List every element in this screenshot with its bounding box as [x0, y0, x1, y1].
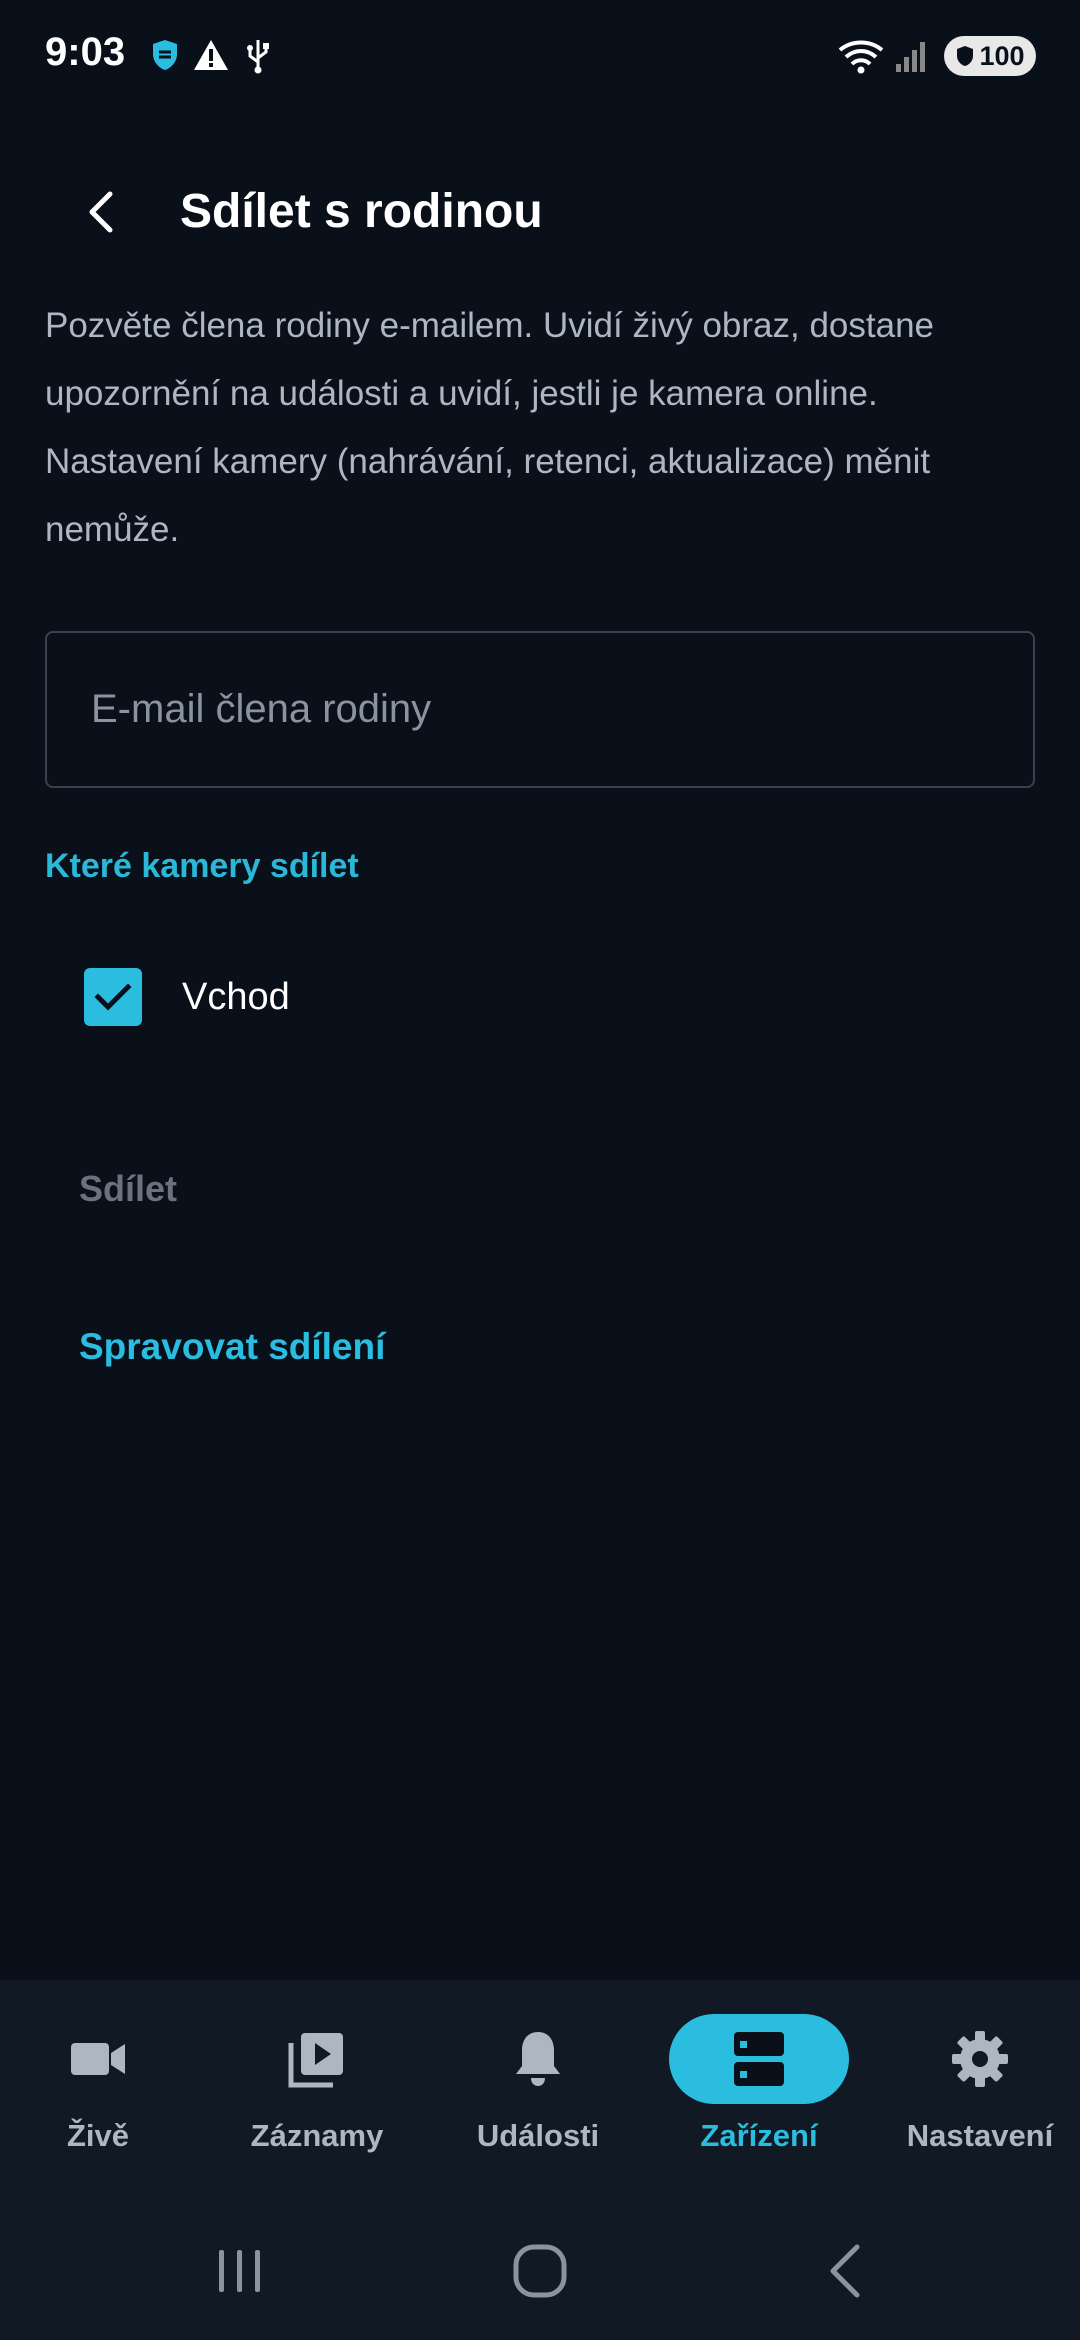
signal-icon — [894, 38, 930, 79]
battery-indicator: 100 — [944, 36, 1036, 76]
usb-icon — [244, 38, 272, 79]
checkmark-icon — [94, 983, 132, 1011]
video-camera-icon — [71, 2043, 125, 2075]
back-button[interactable] — [70, 180, 134, 244]
system-back-icon — [830, 2244, 860, 2298]
manage-sharing-link[interactable]: Spravovat sdílení — [79, 1326, 385, 1368]
gear-icon — [952, 2031, 1008, 2087]
home-icon — [513, 2244, 567, 2298]
nav-label-live: Živě — [66, 2118, 130, 2153]
email-input[interactable] — [91, 687, 1033, 732]
nav-icon-container — [8, 2014, 188, 2104]
page-title: Sdílet s rodinou — [180, 185, 543, 238]
playlist-play-icon — [288, 2033, 343, 2088]
status-bar: 9:03 100 — [0, 0, 1080, 110]
nav-label-settings: Nastavení — [906, 2118, 1054, 2153]
nav-item-settings[interactable]: Nastavení — [872, 2014, 1080, 2174]
wifi-icon — [836, 38, 886, 79]
home-button[interactable] — [500, 2236, 580, 2306]
system-back-button[interactable] — [805, 2236, 885, 2306]
bottom-nav: Živě Záznamy Události Zařízení Nastavení — [0, 1980, 1080, 2196]
nav-icon-container — [890, 2014, 1070, 2104]
cameras-section-label: Které kamery sdílet — [45, 847, 359, 885]
description-text: Pozvěte člena rodiny e-mailem. Uvidí živ… — [45, 306, 935, 549]
nav-icon-container — [227, 2014, 407, 2104]
devices-icon — [734, 2032, 784, 2086]
status-time: 9:03 — [45, 30, 126, 74]
nav-item-live[interactable]: Živě — [0, 2014, 206, 2174]
nav-icon-container — [669, 2014, 849, 2104]
nav-label-devices: Zařízení — [700, 2118, 818, 2153]
recent-apps-icon — [219, 2250, 260, 2292]
share-button[interactable]: Sdílet — [79, 1168, 177, 1210]
nav-icon-container — [448, 2014, 628, 2104]
email-field[interactable] — [45, 631, 1035, 788]
shield-icon — [150, 38, 180, 77]
camera-checkbox-label: Vchod — [182, 975, 290, 1018]
chevron-left-icon — [89, 191, 113, 233]
battery-shield-icon — [957, 46, 974, 66]
camera-checkbox-row[interactable]: Vchod — [84, 968, 290, 1026]
warning-icon — [192, 38, 230, 77]
nav-label-events: Události — [476, 2118, 600, 2153]
screen: 9:03 100 Sdílet s rodinou Pozvěte člena … — [0, 0, 1080, 2340]
nav-label-recordings: Záznamy — [250, 2118, 384, 2153]
bell-icon — [516, 2032, 560, 2086]
recent-apps-button[interactable] — [200, 2236, 280, 2306]
system-nav-bar — [0, 2196, 1080, 2340]
battery-level: 100 — [979, 40, 1025, 71]
camera-checkbox[interactable] — [84, 968, 142, 1026]
nav-item-events[interactable]: Události — [430, 2014, 646, 2174]
nav-item-devices[interactable]: Zařízení — [651, 2014, 867, 2174]
nav-item-recordings[interactable]: Záznamy — [209, 2014, 425, 2174]
